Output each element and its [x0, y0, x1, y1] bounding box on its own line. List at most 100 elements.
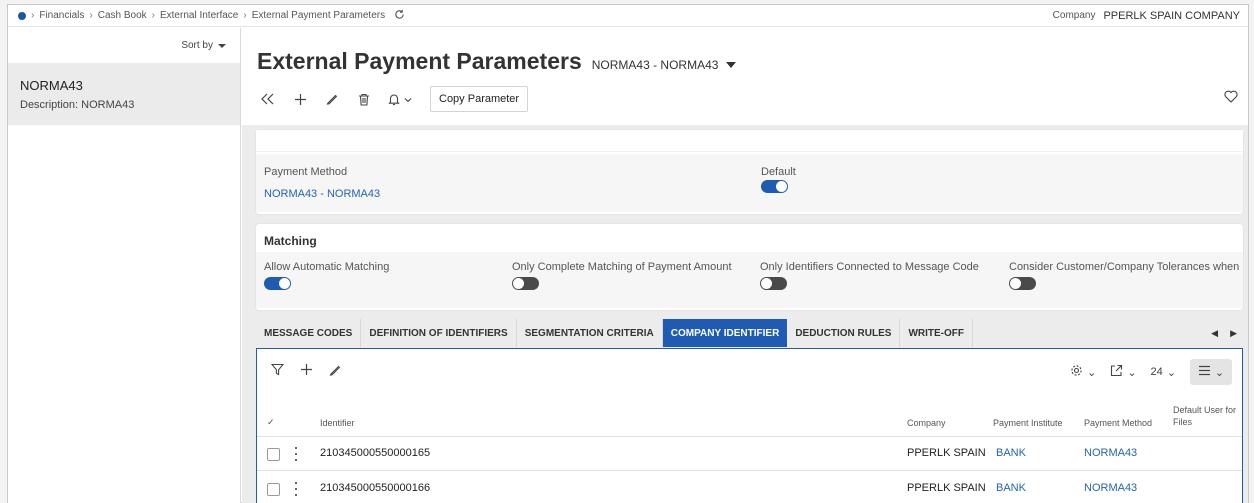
company-identifier-panel: ⌄ ⌄ 24 ⌄ ⌄ ✓ Identifier Company Payment …: [256, 348, 1243, 503]
breadcrumb-item[interactable]: Cash Book: [98, 10, 147, 21]
row-menu-icon[interactable]: [294, 447, 298, 461]
chevron-right-icon: ›: [243, 10, 247, 21]
view-mode-menu[interactable]: ⌄: [1190, 359, 1232, 385]
app-window: › Financials › Cash Book › External Inte…: [7, 4, 1249, 503]
matching-card: Matching Allow Automatic Matching Only C…: [256, 224, 1243, 310]
payment-method-link[interactable]: NORMA43 - NORMA43: [264, 188, 380, 200]
column-default-user-for-files[interactable]: Default User for Files: [1173, 404, 1236, 428]
row-checkbox[interactable]: [267, 448, 280, 461]
card-strip: [256, 130, 1243, 152]
company-value[interactable]: PPERLK SPAIN COMPANY: [1103, 10, 1240, 22]
top-bar: › Financials › Cash Book › External Inte…: [8, 5, 1248, 27]
breadcrumb: › Financials › Cash Book › External Inte…: [8, 9, 405, 23]
column-default-user-line1: Default User for: [1173, 405, 1237, 415]
tab-write-off[interactable]: WRITE-OFF: [900, 319, 973, 347]
table-settings-menu[interactable]: ⌄: [1070, 364, 1096, 380]
main-content: External Payment Parameters NORMA43 - NO…: [242, 28, 1248, 503]
edit-pencil-icon[interactable]: [324, 91, 340, 107]
column-identifier[interactable]: Identifier: [320, 418, 355, 428]
table-row[interactable]: 210345000550000166 PPERLK SPAIN BANK NOR…: [257, 472, 1242, 503]
home-icon[interactable]: [18, 11, 26, 20]
chevron-right-icon: ›: [31, 10, 35, 21]
chevron-right-icon: ›: [151, 10, 155, 21]
caret-down-icon: [218, 43, 226, 48]
chevron-right-icon: ›: [89, 10, 93, 21]
list-view-icon: [1198, 365, 1211, 379]
matching-header: Matching: [264, 234, 317, 248]
table-header: ✓ Identifier Company Payment Institute P…: [257, 399, 1242, 437]
notification-bell-icon[interactable]: [388, 91, 414, 107]
detail-tabs: MESSAGE CODES DEFINITION OF IDENTIFIERS …: [256, 319, 1243, 347]
row-menu-icon[interactable]: [294, 482, 298, 496]
chevron-down-icon: ⌄: [1166, 366, 1176, 379]
record-selector[interactable]: NORMA43 - NORMA43: [592, 58, 737, 75]
page-size-value: 24: [1150, 366, 1163, 378]
payment-method-label: Payment Method: [264, 166, 348, 178]
default-toggle[interactable]: [761, 180, 788, 193]
cell-payment-institute-link[interactable]: BANK: [996, 482, 1026, 494]
tab-company-identifier[interactable]: COMPANY IDENTIFIER: [662, 319, 788, 347]
cell-payment-method-link[interactable]: NORMA43: [1084, 447, 1137, 459]
navigator-item-title: NORMA43: [20, 78, 83, 93]
scroll-right-icon[interactable]: ▶: [1230, 328, 1237, 339]
tab-scroll: ◀ ▶: [1211, 319, 1243, 347]
chevron-down-icon: ⌄: [1087, 366, 1097, 379]
navigator-item-description: Description: NORMA43: [20, 99, 135, 111]
scroll-left-icon[interactable]: ◀: [1211, 328, 1218, 339]
breadcrumb-item[interactable]: External Payment Parameters: [252, 10, 385, 21]
edit-pencil-icon[interactable]: [329, 364, 341, 379]
cell-company: PPERLK SPAIN: [907, 482, 986, 494]
tab-message-codes[interactable]: MESSAGE CODES: [256, 319, 362, 347]
favorite-heart-icon[interactable]: [1224, 90, 1238, 106]
chevron-down-icon: ⌄: [1127, 366, 1137, 379]
cell-identifier: 210345000550000165: [320, 447, 431, 459]
row-checkbox[interactable]: [267, 483, 280, 496]
filter-icon[interactable]: [270, 363, 285, 379]
column-payment-institute[interactable]: Payment Institute: [993, 418, 1063, 428]
tab-definition-of-identifiers[interactable]: DEFINITION OF IDENTIFIERS: [361, 319, 517, 347]
only-identifiers-connected-label: Only Identifiers Connected to Message Co…: [760, 261, 979, 273]
breadcrumb-item[interactable]: Financials: [39, 10, 84, 21]
allow-automatic-matching-toggle[interactable]: [264, 277, 291, 290]
page-size-select[interactable]: 24 ⌄: [1151, 366, 1176, 379]
column-payment-method[interactable]: Payment Method: [1084, 418, 1152, 428]
record-navigator: Sort by NORMA43 Description: NORMA43: [8, 28, 241, 503]
gear-icon: [1070, 364, 1083, 380]
caret-down-icon: [726, 62, 737, 68]
table-row[interactable]: 210345000550000165 PPERLK SPAIN BANK NOR…: [257, 437, 1242, 471]
cell-payment-method-link[interactable]: NORMA43: [1084, 482, 1137, 494]
cell-identifier: 210345000550000166: [320, 482, 431, 494]
tab-deduction-rules[interactable]: DEDUCTION RULES: [787, 319, 901, 347]
navigator-item[interactable]: NORMA43 Description: NORMA43: [8, 63, 240, 125]
column-company[interactable]: Company: [907, 418, 946, 428]
allow-automatic-matching-label: Allow Automatic Matching: [264, 261, 390, 273]
only-complete-matching-toggle[interactable]: [512, 277, 539, 290]
table-toolbar: [270, 363, 341, 379]
tab-segmentation-criteria[interactable]: SEGMENTATION CRITERIA: [517, 319, 663, 347]
copy-parameter-button[interactable]: Copy Parameter: [430, 86, 529, 112]
add-row-icon[interactable]: [300, 363, 313, 379]
general-fields: Payment Method NORMA43 - NORMA43 Default: [256, 154, 1243, 212]
company-context[interactable]: Company PPERLK SPAIN COMPANY: [1053, 10, 1248, 22]
only-identifiers-connected-toggle[interactable]: [760, 277, 787, 290]
toolbar: Copy Parameter: [260, 86, 529, 112]
add-icon[interactable]: [292, 91, 308, 107]
sort-by-dropdown[interactable]: Sort by: [181, 40, 226, 51]
breadcrumb-item[interactable]: External Interface: [160, 10, 238, 21]
collapse-double-chevron-icon[interactable]: [260, 91, 276, 107]
page-title: External Payment Parameters: [257, 48, 582, 74]
cell-payment-institute-link[interactable]: BANK: [996, 447, 1026, 459]
consider-tolerances-label: Consider Customer/Company Tolerances whe…: [1009, 261, 1240, 285]
consider-tolerances-toggle[interactable]: [1009, 277, 1036, 290]
matching-fields: Allow Automatic Matching Only Complete M…: [256, 252, 1243, 308]
chevron-down-icon: ⌄: [1214, 366, 1225, 379]
table-options: ⌄ ⌄ 24 ⌄ ⌄: [1070, 359, 1232, 385]
export-menu[interactable]: ⌄: [1110, 364, 1137, 380]
refresh-icon[interactable]: [394, 9, 405, 23]
default-label: Default: [761, 166, 796, 178]
column-default-user-line2: Files: [1173, 417, 1193, 427]
sort-by-label: Sort by: [181, 40, 213, 51]
record-selector-label: NORMA43 - NORMA43: [591, 58, 719, 72]
delete-trash-icon[interactable]: [356, 91, 372, 107]
select-all-check-icon[interactable]: ✓: [267, 417, 275, 428]
